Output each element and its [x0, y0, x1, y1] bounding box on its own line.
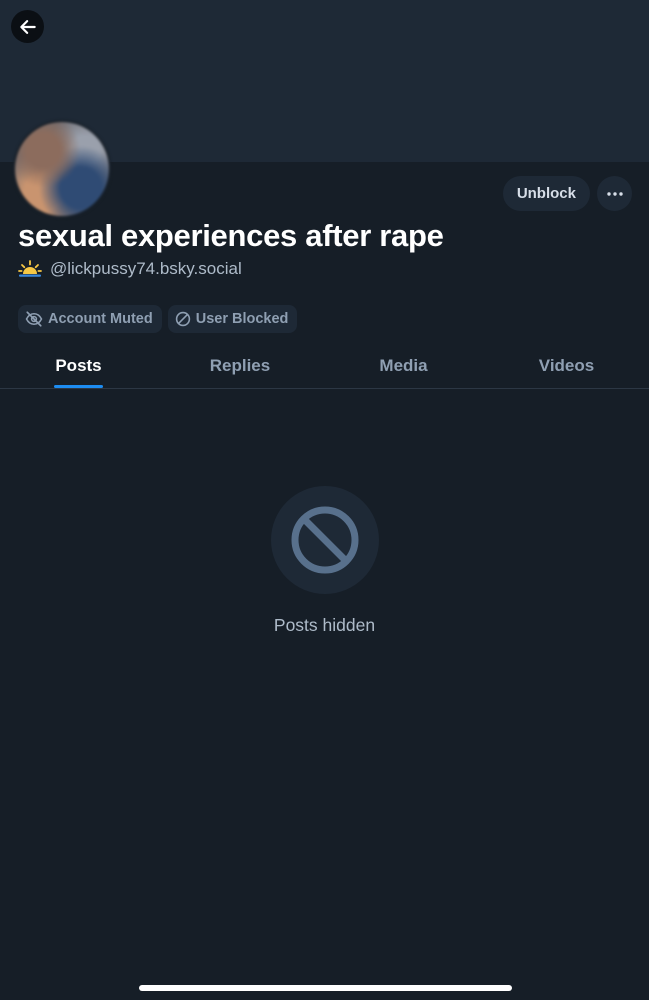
tab-media[interactable]: Media: [350, 344, 457, 388]
user-blocked-badge[interactable]: User Blocked: [167, 305, 298, 333]
back-button[interactable]: [11, 10, 44, 43]
account-muted-badge[interactable]: Account Muted: [18, 305, 162, 333]
home-indicator[interactable]: [139, 985, 512, 991]
badge-label: Account Muted: [48, 311, 153, 327]
tab-posts[interactable]: Posts: [28, 344, 129, 388]
block-icon: [175, 311, 190, 327]
active-tab-indicator: [54, 385, 103, 388]
empty-state-message: Posts hidden: [273, 615, 376, 635]
profile-actions: Unblock: [502, 176, 632, 211]
eye-slash-icon: [25, 311, 43, 327]
display-name: sexual experiences after rape: [18, 218, 444, 253]
more-options-button[interactable]: [597, 176, 632, 211]
handle-row: @lickpussy74.bsky.social: [18, 259, 242, 279]
avatar[interactable]: [13, 120, 111, 218]
unblock-button[interactable]: Unblock: [502, 176, 590, 211]
sunrise-icon: [18, 260, 42, 277]
moderation-badges: Account Muted User Blocked: [18, 305, 298, 333]
empty-state-icon-circle: [271, 486, 379, 594]
ellipsis-icon: [606, 191, 623, 196]
tab-replies[interactable]: Replies: [185, 344, 295, 388]
tab-videos[interactable]: Videos: [512, 344, 621, 388]
block-icon: [291, 506, 359, 574]
profile-handle[interactable]: @lickpussy74.bsky.social: [50, 259, 242, 279]
arrow-left-icon: [19, 19, 36, 34]
badge-label: User Blocked: [195, 311, 289, 327]
profile-tabs: Posts Replies Media Videos: [0, 344, 649, 389]
